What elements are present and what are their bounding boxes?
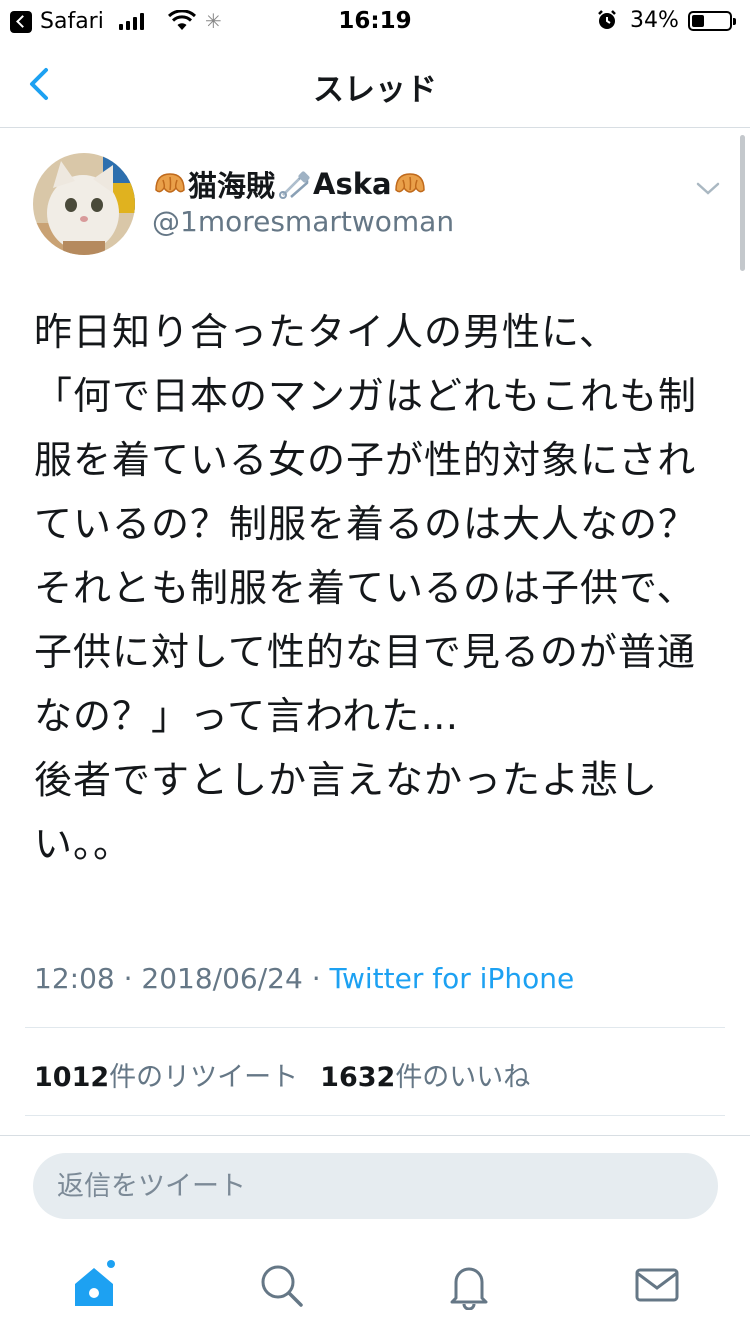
retweet-label: 件のリツイート	[109, 1062, 299, 1093]
avatar[interactable]	[33, 153, 135, 255]
divider	[0, 1135, 750, 1136]
tweet-meta: 12:08 · 2018/06/24 · Twitter for iPhone	[34, 962, 574, 995]
messages-icon[interactable]	[632, 1260, 682, 1310]
tweet-date: 2018/06/24	[141, 962, 303, 995]
reply-box	[33, 1153, 718, 1219]
home-icon[interactable]	[69, 1260, 119, 1310]
scroll-indicator	[740, 135, 745, 271]
like-label: 件のいいね	[395, 1062, 531, 1093]
retweet-count: 1012	[34, 1062, 110, 1093]
like-count: 1632	[320, 1062, 396, 1093]
display-name-text: 猫海賊	[188, 169, 276, 203]
page-title: スレッド	[313, 72, 437, 108]
display-name-suffix: Aska	[313, 167, 392, 201]
battery-icon	[688, 11, 736, 31]
tab-bar	[0, 1240, 750, 1334]
status-bar: Safari ✳ 16:19 34%	[0, 0, 750, 40]
like-stat[interactable]: 1632件のいいね	[320, 1055, 530, 1094]
chevron-down-icon[interactable]	[694, 176, 722, 200]
croissant-icon	[394, 173, 425, 193]
croissant-icon	[155, 173, 185, 193]
tweet-text: 昨日知り合ったタイ人の男性に、 「何で日本のマンガはどれもこれも制服を着ている女…	[34, 310, 698, 866]
tweet-thread-screen: Safari ✳ 16:19 34% スレッド 猫海賊 Aska @1mores…	[0, 0, 750, 1334]
tweet-time: 12:08	[34, 962, 115, 995]
battery-percent: 34%	[630, 8, 679, 33]
notifications-icon[interactable]	[444, 1260, 494, 1310]
user-handle[interactable]: @1moresmartwoman	[152, 205, 454, 238]
tweet-stats: 1012件のリツイート 1632件のいいね	[34, 1055, 530, 1094]
display-name[interactable]: 猫海賊 Aska	[152, 166, 428, 203]
navigation-bar: スレッド	[0, 40, 750, 128]
tweet-source-link[interactable]: Twitter for iPhone	[330, 962, 575, 995]
meta-separator: ·	[123, 962, 142, 995]
meta-separator: ·	[311, 962, 330, 995]
reply-input[interactable]	[33, 1153, 718, 1219]
divider	[25, 1115, 725, 1116]
divider	[25, 1027, 725, 1028]
safety-pin-icon	[279, 171, 310, 199]
search-icon[interactable]	[256, 1260, 306, 1310]
retweet-stat[interactable]: 1012件のリツイート	[34, 1055, 298, 1094]
alarm-icon	[598, 10, 616, 29]
